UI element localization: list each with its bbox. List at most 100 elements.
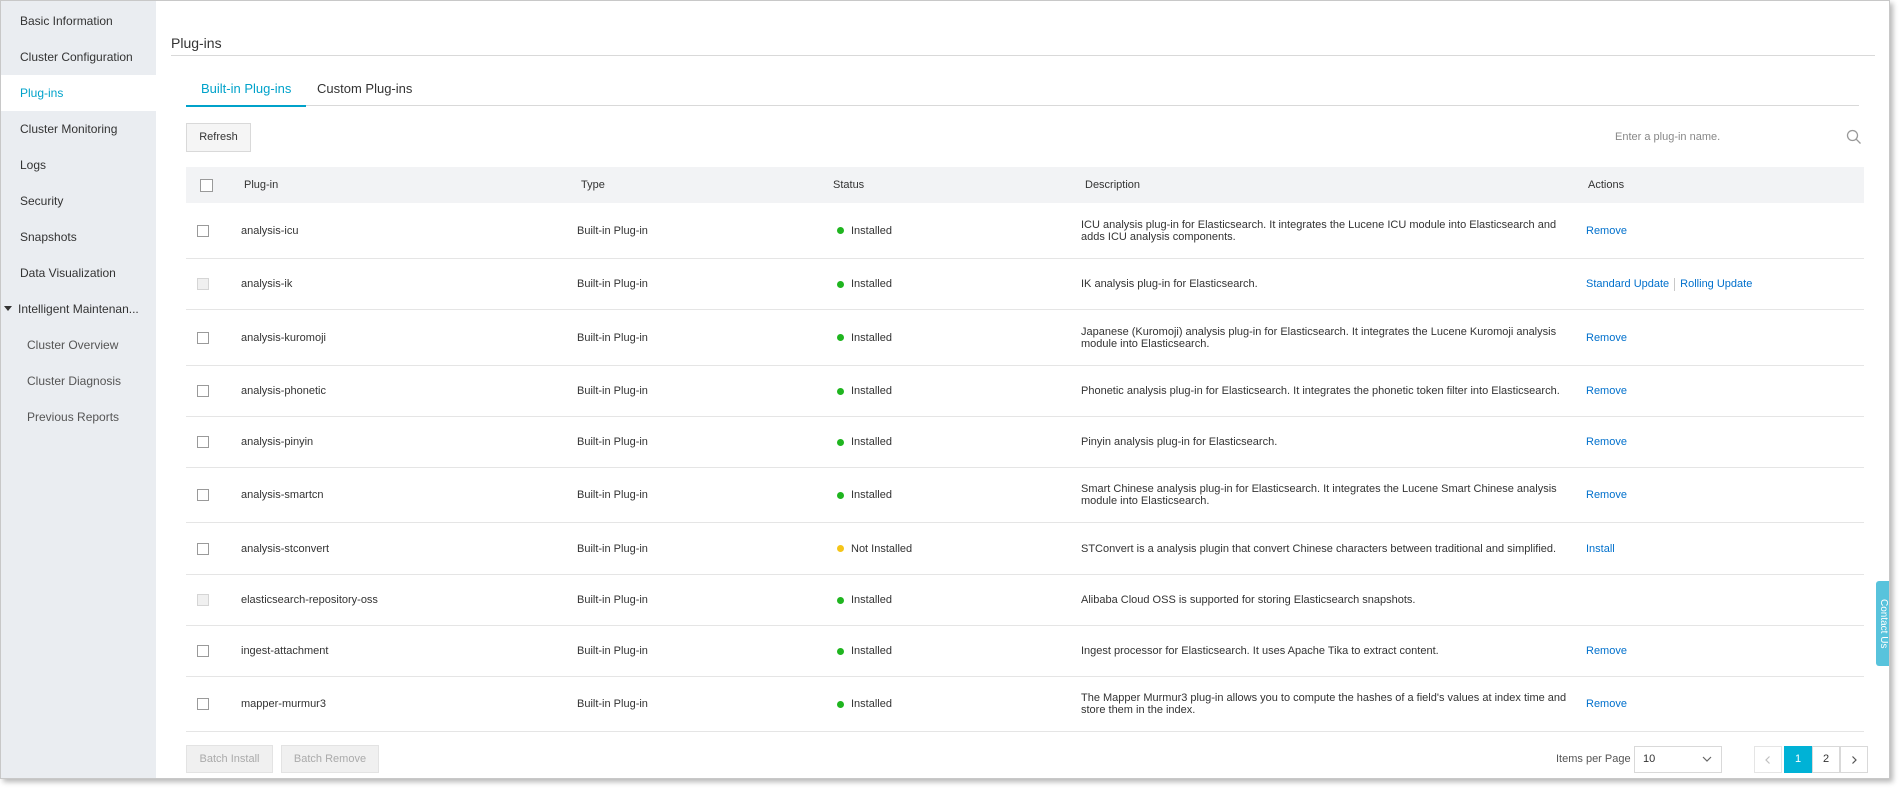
- pagination-page-1[interactable]: 1: [1784, 746, 1812, 773]
- sidebar-item-logs[interactable]: Logs: [1, 147, 156, 183]
- select-all-checkbox[interactable]: [200, 179, 213, 192]
- plugin-description: Pinyin analysis plug-in for Elasticsearc…: [1081, 436, 1278, 448]
- remove-link[interactable]: Remove: [1586, 489, 1627, 501]
- status-label: Installed: [851, 278, 892, 290]
- batch-remove-button[interactable]: Batch Remove: [281, 745, 379, 773]
- table-row: analysis-pinyin Built-in Plug-in Install…: [186, 417, 1864, 468]
- plugin-name: analysis-phonetic: [241, 385, 326, 397]
- sidebar-group-intelligent-maintenance[interactable]: Intelligent Maintenan...: [1, 291, 156, 327]
- plugin-name: mapper-murmur3: [241, 698, 326, 710]
- row-checkbox[interactable]: [197, 542, 209, 555]
- status-label: Installed: [851, 331, 892, 344]
- status-installed-icon: [837, 227, 844, 234]
- plugin-name: analysis-pinyin: [241, 436, 314, 448]
- sidebar-item-cluster-configuration[interactable]: Cluster Configuration: [1, 39, 156, 75]
- pagination-prev-button[interactable]: [1754, 746, 1782, 773]
- remove-link[interactable]: Remove: [1586, 698, 1627, 710]
- remove-link[interactable]: Remove: [1586, 225, 1627, 237]
- page-title: Plug-ins: [171, 35, 222, 51]
- status-installed-icon: [837, 700, 844, 708]
- plugin-status: Not Installed: [837, 523, 912, 574]
- column-header-description: Description: [1085, 179, 1141, 191]
- table-row: elasticsearch-repository-oss Built-in Pl…: [186, 575, 1864, 626]
- remove-link[interactable]: Remove: [1586, 645, 1627, 657]
- install-link[interactable]: Install: [1586, 543, 1615, 555]
- search-icon[interactable]: [1846, 129, 1862, 145]
- items-per-page-select[interactable]: 10: [1634, 746, 1722, 773]
- plugin-status: Installed: [837, 366, 892, 416]
- row-checkbox-disabled: [197, 594, 209, 606]
- plugin-status: Installed: [837, 575, 892, 625]
- chevron-right-icon: [1852, 756, 1857, 764]
- sidebar-item-security[interactable]: Security: [1, 183, 156, 219]
- row-checkbox-disabled: [197, 278, 209, 290]
- plugin-status: Installed: [837, 203, 892, 258]
- standard-update-link[interactable]: Standard Update: [1586, 278, 1669, 290]
- row-checkbox[interactable]: [197, 436, 209, 448]
- status-installed-icon: [837, 647, 844, 655]
- status-installed-icon: [837, 438, 844, 446]
- table-row: analysis-stconvert Built-in Plug-in Not …: [186, 523, 1864, 575]
- table-header: Plug-in Type Status Description Actions: [186, 167, 1864, 203]
- sidebar: Basic Information Cluster Configuration …: [1, 1, 156, 778]
- row-checkbox[interactable]: [197, 698, 209, 710]
- plugin-description: Phonetic analysis plug-in for Elasticsea…: [1081, 385, 1560, 397]
- plugin-status: Installed: [837, 310, 892, 365]
- chevron-down-icon: [1702, 756, 1712, 762]
- status-not-installed-icon: [837, 545, 844, 552]
- sidebar-item-basic-information[interactable]: Basic Information: [1, 3, 156, 39]
- table-row: analysis-icu Built-in Plug-in Installed …: [186, 203, 1864, 259]
- rolling-update-link[interactable]: Rolling Update: [1680, 278, 1752, 290]
- row-checkbox[interactable]: [197, 224, 209, 237]
- sidebar-item-cluster-overview[interactable]: Cluster Overview: [1, 327, 156, 363]
- remove-link[interactable]: Remove: [1586, 385, 1627, 397]
- plugin-type: Built-in Plug-in: [577, 542, 648, 555]
- remove-link[interactable]: Remove: [1586, 332, 1627, 344]
- status-label: Installed: [851, 698, 892, 710]
- row-checkbox[interactable]: [197, 385, 209, 397]
- plugin-name: analysis-ik: [241, 278, 293, 290]
- status-installed-icon: [837, 334, 844, 341]
- column-header-plug-in: Plug-in: [244, 179, 279, 191]
- contact-us-tab[interactable]: Contact Us: [1876, 581, 1889, 666]
- select-all-checkbox-wrap: [200, 179, 213, 192]
- batch-install-button[interactable]: Batch Install: [186, 745, 273, 773]
- chevron-left-icon: [1765, 756, 1770, 764]
- title-divider: [171, 55, 1875, 56]
- sidebar-item-data-visualization[interactable]: Data Visualization: [1, 255, 156, 291]
- plugin-description: Smart Chinese analysis plug-in for Elast…: [1081, 483, 1557, 507]
- sidebar-item-previous-reports[interactable]: Previous Reports: [1, 399, 156, 435]
- remove-link[interactable]: Remove: [1586, 436, 1627, 448]
- tab-built-in-plug-ins[interactable]: Built-in Plug-ins: [186, 81, 307, 107]
- pagination-page-2[interactable]: 2: [1812, 746, 1840, 773]
- sidebar-item-cluster-monitoring[interactable]: Cluster Monitoring: [1, 111, 156, 147]
- plugin-description: Ingest processor for Elasticsearch. It u…: [1081, 645, 1439, 657]
- sidebar-item-plug-ins[interactable]: Plug-ins: [1, 75, 156, 111]
- plugin-description: Japanese (Kuromoji) analysis plug-in for…: [1081, 325, 1557, 350]
- status-label: Installed: [851, 645, 892, 657]
- search-box: [1593, 125, 1863, 149]
- caret-down-icon: [4, 306, 12, 312]
- plugin-type: Built-in Plug-in: [577, 489, 648, 501]
- row-checkbox[interactable]: [197, 645, 209, 657]
- sidebar-item-snapshots[interactable]: Snapshots: [1, 219, 156, 255]
- sidebar-item-cluster-diagnosis[interactable]: Cluster Diagnosis: [1, 363, 156, 399]
- table-row: analysis-smartcn Built-in Plug-in Instal…: [186, 468, 1864, 523]
- status-installed-icon: [837, 491, 844, 499]
- items-per-page-label: Items per Page: [1556, 753, 1631, 765]
- plugin-type: Built-in Plug-in: [577, 594, 648, 606]
- row-checkbox[interactable]: [197, 331, 209, 344]
- plugin-name: analysis-kuromoji: [241, 331, 326, 344]
- pagination-next-button[interactable]: [1840, 746, 1868, 773]
- row-checkbox[interactable]: [197, 489, 209, 501]
- plugin-description: The Mapper Murmur3 plug-in allows you to…: [1081, 692, 1567, 716]
- tab-custom-plug-ins[interactable]: Custom Plug-ins: [302, 81, 427, 106]
- search-input[interactable]: [1593, 125, 1833, 149]
- plugin-description: IK analysis plug-in for Elasticsearch.: [1081, 278, 1258, 290]
- plugin-type: Built-in Plug-in: [577, 436, 648, 448]
- status-label: Installed: [851, 224, 892, 237]
- status-label: Installed: [851, 436, 892, 448]
- table-row: ingest-attachment Built-in Plug-in Insta…: [186, 626, 1864, 677]
- main-content: Plug-ins Built-in Plug-ins Custom Plug-i…: [156, 1, 1889, 778]
- refresh-button[interactable]: Refresh: [186, 123, 251, 152]
